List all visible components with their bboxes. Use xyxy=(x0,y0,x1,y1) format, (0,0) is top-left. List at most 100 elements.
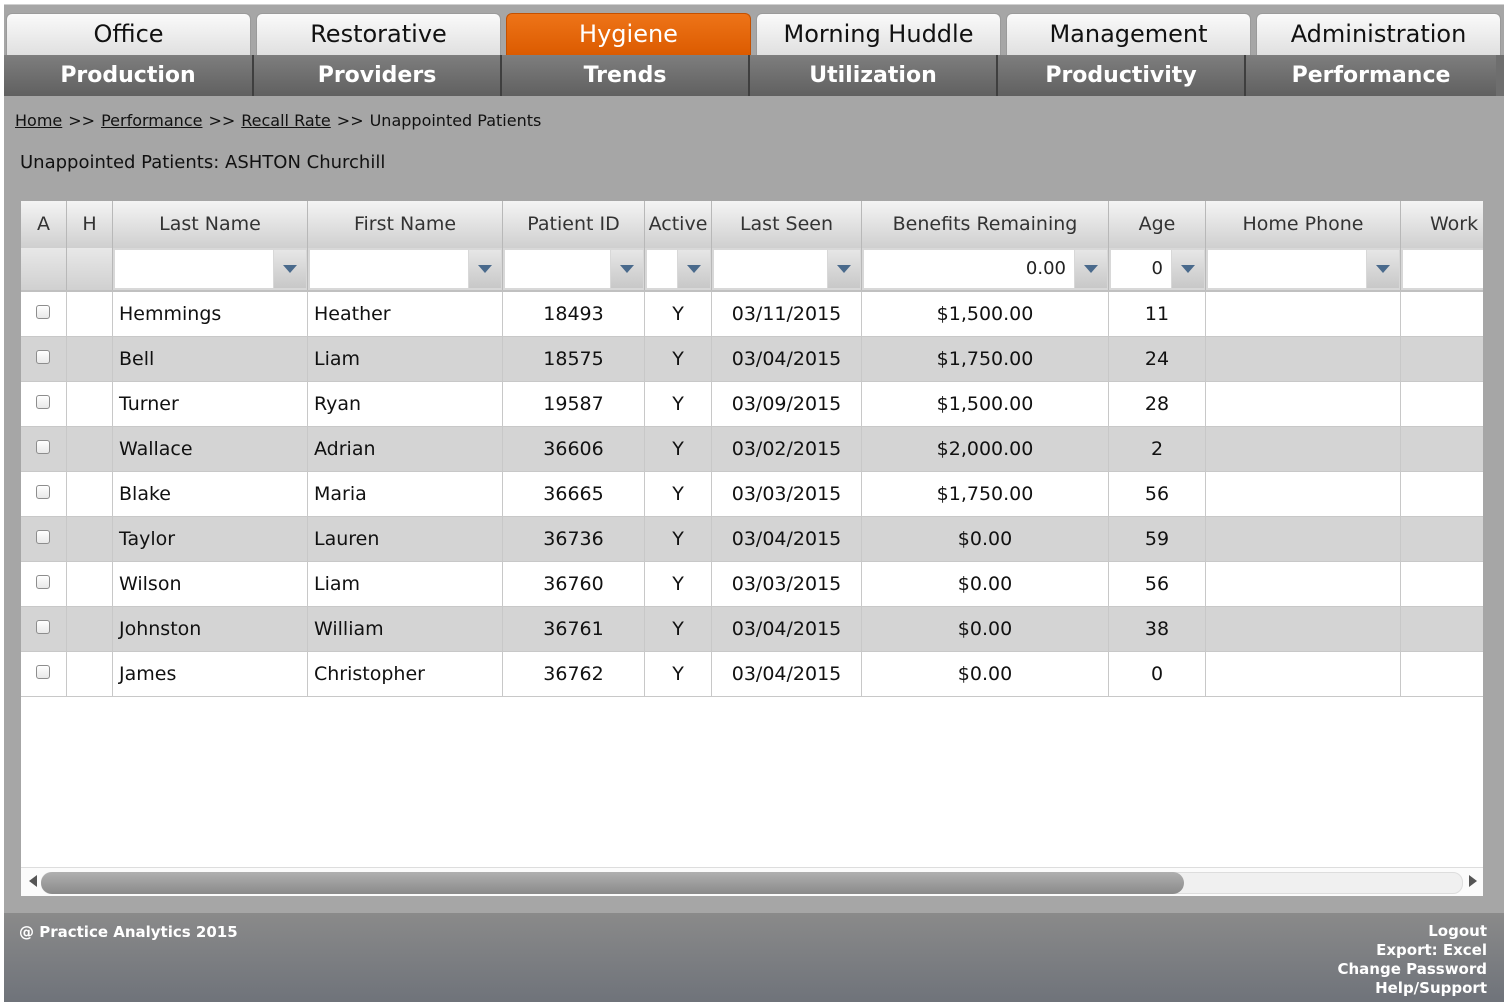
filter-home-phone-input[interactable] xyxy=(1208,250,1366,288)
col-header-active[interactable]: Active xyxy=(645,201,712,248)
subtab-trends[interactable]: Trends xyxy=(502,55,750,96)
col-header-first-name[interactable]: First Name xyxy=(308,201,503,248)
cell-active: Y xyxy=(645,472,712,516)
subtab-utilization[interactable]: Utilization xyxy=(750,55,998,96)
col-header-work-phone[interactable]: Work Phone xyxy=(1401,201,1483,248)
filter-last-seen-dropdown[interactable] xyxy=(828,250,860,288)
subtab-productivity[interactable]: Productivity xyxy=(998,55,1246,96)
scroll-left-icon[interactable] xyxy=(29,875,37,887)
filter-age-dropdown[interactable] xyxy=(1172,250,1204,288)
table-row[interactable]: James Christopher 36762 Y 03/04/2015 $0.00 0 xyxy=(21,652,1483,697)
row-select-checkbox[interactable] xyxy=(36,305,50,319)
scroll-right-icon[interactable] xyxy=(1469,875,1477,887)
filter-first-name-input[interactable] xyxy=(310,250,468,288)
cell-patient-id: 36736 xyxy=(503,517,645,561)
filter-benefits-remaining-input[interactable]: 0.00 xyxy=(864,250,1074,288)
filter-age-input[interactable]: 0 xyxy=(1111,250,1171,288)
table-row[interactable]: Hemmings Heather 18493 Y 03/11/2015 $1,500.00… xyxy=(21,292,1483,337)
col-header-age[interactable]: Age xyxy=(1109,201,1206,248)
export-excel-link[interactable]: Export: Excel xyxy=(1338,941,1487,960)
cell-h xyxy=(67,337,113,381)
horizontal-scrollbar[interactable] xyxy=(21,867,1483,896)
table-row[interactable]: Wallace Adrian 36606 Y 03/02/2015 $2,000.00 2 xyxy=(21,427,1483,472)
cell-last-seen: 03/03/2015 xyxy=(712,472,862,516)
cell-last-name: James xyxy=(113,652,308,696)
cell-benefits-remaining: $0.00 xyxy=(862,652,1109,696)
col-header-home-phone[interactable]: Home Phone xyxy=(1206,201,1401,248)
scrollbar-thumb[interactable] xyxy=(41,872,1184,894)
cell-age: 56 xyxy=(1109,562,1206,606)
filter-benefits-remaining-dropdown[interactable] xyxy=(1075,250,1107,288)
filter-first-name xyxy=(308,248,503,290)
col-header-h[interactable]: H xyxy=(67,201,113,248)
row-select-checkbox[interactable] xyxy=(36,620,50,634)
cell-first-name: Liam xyxy=(308,337,503,381)
tab-restorative[interactable]: Restorative xyxy=(256,13,501,55)
main-tab-bar: Office Restorative Hygiene Morning Huddl… xyxy=(4,13,1504,55)
cell-last-seen: 03/03/2015 xyxy=(712,562,862,606)
tab-hygiene[interactable]: Hygiene xyxy=(506,13,751,55)
filter-work-phone-input[interactable] xyxy=(1403,250,1483,288)
filter-first-name-dropdown[interactable] xyxy=(469,250,501,288)
breadcrumb-separator: >> xyxy=(68,111,96,130)
table-row[interactable]: Turner Ryan 19587 Y 03/09/2015 $1,500.00 28 xyxy=(21,382,1483,427)
table-row[interactable]: Taylor Lauren 36736 Y 03/04/2015 $0.00 59 xyxy=(21,517,1483,562)
cell-active: Y xyxy=(645,427,712,471)
row-select-checkbox[interactable] xyxy=(36,530,50,544)
logout-link[interactable]: Logout xyxy=(1338,922,1487,941)
cell-a xyxy=(21,292,67,336)
col-header-last-name[interactable]: Last Name xyxy=(113,201,308,248)
table-row[interactable]: Wilson Liam 36760 Y 03/03/2015 $0.00 56 xyxy=(21,562,1483,607)
col-header-benefits-remaining[interactable]: Benefits Remaining xyxy=(862,201,1109,248)
cell-patient-id: 36762 xyxy=(503,652,645,696)
tab-office[interactable]: Office xyxy=(6,13,251,55)
breadcrumb-performance[interactable]: Performance xyxy=(101,111,202,130)
cell-active: Y xyxy=(645,607,712,651)
row-select-checkbox[interactable] xyxy=(36,665,50,679)
grid-body: Hemmings Heather 18493 Y 03/11/2015 $1,500.00… xyxy=(21,292,1483,697)
tab-administration[interactable]: Administration xyxy=(1256,13,1501,55)
subtab-providers[interactable]: Providers xyxy=(254,55,502,96)
col-header-a[interactable]: A xyxy=(21,201,67,248)
tab-management[interactable]: Management xyxy=(1006,13,1251,55)
subtab-production[interactable]: Production xyxy=(4,55,254,96)
filter-last-name-input[interactable] xyxy=(115,250,273,288)
filter-home-phone-dropdown[interactable] xyxy=(1367,250,1399,288)
breadcrumb-home[interactable]: Home xyxy=(15,111,62,130)
cell-last-name: Turner xyxy=(113,382,308,426)
filter-last-name-dropdown[interactable] xyxy=(274,250,306,288)
row-select-checkbox[interactable] xyxy=(36,440,50,454)
subtab-performance[interactable]: Performance xyxy=(1246,55,1496,96)
breadcrumb-recall-rate[interactable]: Recall Rate xyxy=(241,111,331,130)
change-password-link[interactable]: Change Password xyxy=(1338,960,1488,979)
filter-patient-id-dropdown[interactable] xyxy=(611,250,643,288)
cell-age: 38 xyxy=(1109,607,1206,651)
cell-work-phone xyxy=(1401,337,1483,381)
row-select-checkbox[interactable] xyxy=(36,485,50,499)
cell-age: 24 xyxy=(1109,337,1206,381)
table-row[interactable]: Bell Liam 18575 Y 03/04/2015 $1,750.00 24 xyxy=(21,337,1483,382)
help-support-link[interactable]: Help/Support xyxy=(1338,979,1487,998)
table-row[interactable]: Johnston William 36761 Y 03/04/2015 $0.00 38 xyxy=(21,607,1483,652)
filter-benefits-remaining: 0.00 xyxy=(862,248,1109,290)
row-select-checkbox[interactable] xyxy=(36,350,50,364)
col-header-patient-id[interactable]: Patient ID xyxy=(503,201,645,248)
cell-work-phone xyxy=(1401,652,1483,696)
cell-patient-id: 18493 xyxy=(503,292,645,336)
filter-last-seen-input[interactable] xyxy=(714,250,827,288)
col-header-last-seen[interactable]: Last Seen xyxy=(712,201,862,248)
filter-active-input[interactable] xyxy=(647,250,677,288)
cell-first-name: Adrian xyxy=(308,427,503,471)
row-select-checkbox[interactable] xyxy=(36,575,50,589)
row-select-checkbox[interactable] xyxy=(36,395,50,409)
cell-first-name: Christopher xyxy=(308,652,503,696)
table-row[interactable]: Blake Maria 36665 Y 03/03/2015 $1,750.00 56 xyxy=(21,472,1483,517)
filter-patient-id-input[interactable] xyxy=(505,250,610,288)
filter-last-seen xyxy=(712,248,862,290)
cell-last-seen: 03/09/2015 xyxy=(712,382,862,426)
tab-morning-huddle[interactable]: Morning Huddle xyxy=(756,13,1001,55)
breadcrumb-separator: >> xyxy=(336,111,364,130)
cell-last-name: Hemmings xyxy=(113,292,308,336)
filter-active-dropdown[interactable] xyxy=(678,250,710,288)
chevron-down-icon xyxy=(1084,265,1098,273)
